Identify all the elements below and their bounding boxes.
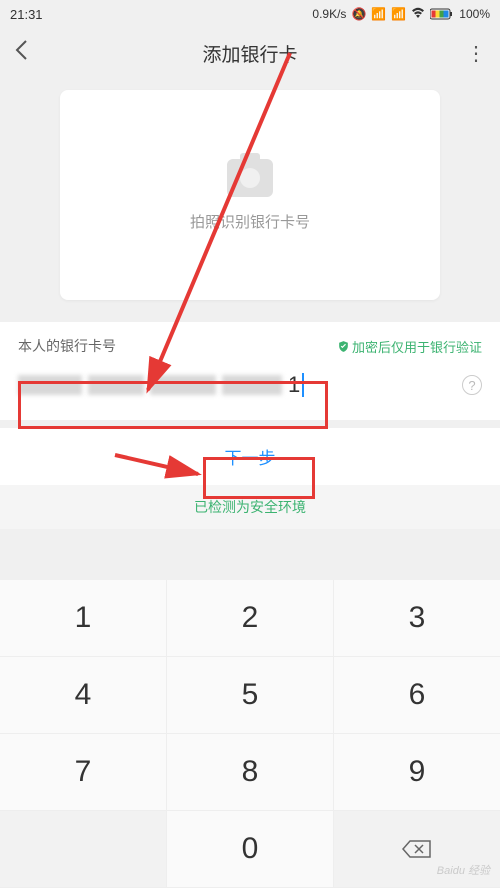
key-5[interactable]: 5 <box>167 657 334 733</box>
help-button[interactable]: ? <box>462 375 482 395</box>
status-right: 0.9K/s 🔕 📶 📶 100% <box>312 7 490 22</box>
photo-card-label: 拍照识别银行卡号 <box>190 211 310 232</box>
masked-digits <box>222 375 282 395</box>
key-6[interactable]: 6 <box>334 657 500 733</box>
signal-icon-2: 📶 <box>391 7 406 21</box>
security-text: 加密后仅用于银行验证 <box>352 337 482 356</box>
key-2[interactable]: 2 <box>167 580 334 656</box>
next-button[interactable]: 下一步 <box>225 444 276 469</box>
card-number-input[interactable]: 1 <box>18 368 454 402</box>
key-8[interactable]: 8 <box>167 734 334 810</box>
key-empty <box>0 811 167 887</box>
watermark: Baidu 经验 <box>437 862 490 878</box>
signal-icon: 📶 <box>371 7 386 21</box>
environment-check: 已检测为安全环境 <box>0 485 500 529</box>
status-bar: 21:31 0.9K/s 🔕 📶 📶 100% <box>0 0 500 28</box>
masked-digits <box>18 375 82 395</box>
wifi-icon <box>411 7 425 22</box>
next-button-container: 下一步 <box>0 428 500 485</box>
key-7[interactable]: 7 <box>0 734 167 810</box>
key-0[interactable]: 0 <box>167 811 334 887</box>
camera-icon <box>227 159 273 197</box>
masked-digits <box>150 375 216 395</box>
photo-recognition-card[interactable]: 拍照识别银行卡号 <box>60 90 440 300</box>
more-button[interactable]: ⋮ <box>456 41 486 66</box>
security-note: 加密后仅用于银行验证 <box>337 336 482 356</box>
page-title: 添加银行卡 <box>54 40 446 67</box>
card-number-label: 本人的银行卡号 <box>18 336 116 356</box>
network-speed: 0.9K/s <box>312 7 346 21</box>
key-4[interactable]: 4 <box>0 657 167 733</box>
bell-icon: 🔕 <box>351 7 366 21</box>
status-time: 21:31 <box>10 7 43 22</box>
masked-digits <box>88 375 144 395</box>
numeric-keypad: 1 2 3 4 5 6 7 8 9 0 <box>0 580 500 888</box>
battery-icon <box>430 8 454 20</box>
text-cursor <box>302 373 304 397</box>
backspace-icon <box>402 839 432 859</box>
battery-percent: 100% <box>459 7 490 21</box>
key-3[interactable]: 3 <box>334 580 500 656</box>
key-1[interactable]: 1 <box>0 580 167 656</box>
input-header: 本人的银行卡号 加密后仅用于银行验证 <box>18 336 482 356</box>
shield-icon <box>337 340 350 353</box>
key-9[interactable]: 9 <box>334 734 500 810</box>
visible-digit: 1 <box>288 372 300 398</box>
nav-bar: 添加银行卡 ⋮ <box>0 28 500 78</box>
card-input-section: 本人的银行卡号 加密后仅用于银行验证 1 ? <box>0 322 500 420</box>
back-button[interactable] <box>14 39 54 67</box>
input-row: 1 ? <box>18 368 482 402</box>
